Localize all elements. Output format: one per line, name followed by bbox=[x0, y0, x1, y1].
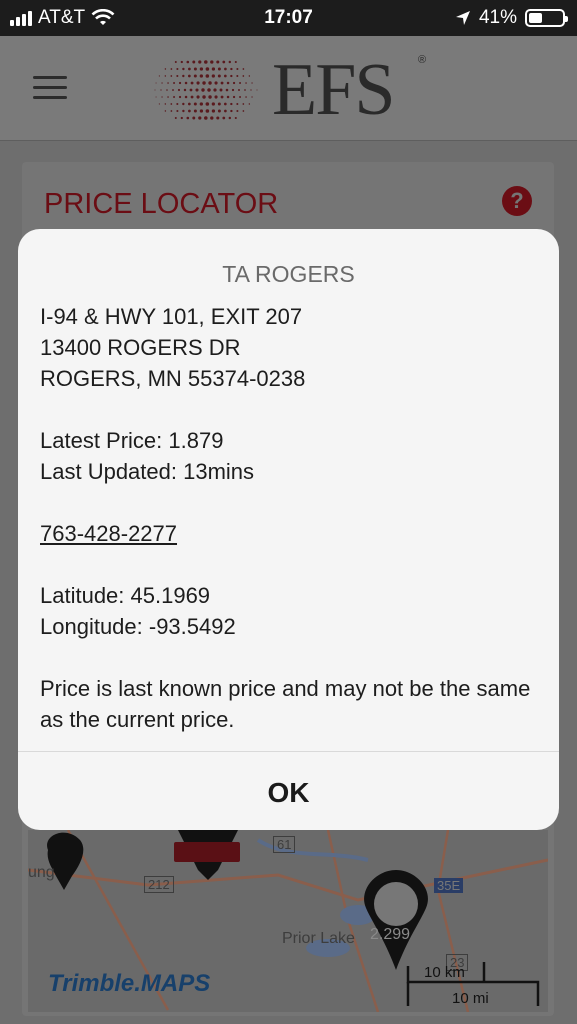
help-icon[interactable]: ? bbox=[502, 186, 532, 216]
highway-shield-35e: 35E bbox=[434, 878, 464, 893]
battery-icon bbox=[525, 9, 568, 27]
map-price-label: 2.299 bbox=[370, 926, 411, 943]
status-bar: AT&T 17:07 41% bbox=[0, 0, 577, 36]
page-title: PRICE LOCATOR bbox=[44, 188, 279, 220]
status-right: 41% bbox=[455, 7, 568, 29]
station-details: I-94 & HWY 101, EXIT 207 13400 ROGERS DR… bbox=[40, 301, 535, 735]
price-disclaimer: Price is last known price and may not be… bbox=[40, 676, 531, 732]
logo-wordmark: EFS bbox=[272, 49, 396, 131]
longitude: Longitude: -93.5492 bbox=[40, 614, 236, 639]
address-line-1: I-94 & HWY 101, EXIT 207 bbox=[40, 304, 303, 329]
registered-mark: ® bbox=[418, 54, 427, 66]
latitude: Latitude: 45.1969 bbox=[40, 583, 211, 608]
battery-percent: 41% bbox=[478, 7, 517, 28]
app-header: EFS ® bbox=[0, 36, 577, 141]
highway-shield-61: 61 bbox=[273, 836, 296, 853]
map-view[interactable]: Prior Lake ung 2.299 61 212 35E 23 10 km… bbox=[28, 830, 548, 1012]
efs-logo: EFS ® bbox=[150, 49, 430, 131]
location-arrow-icon bbox=[455, 11, 470, 25]
phone-link[interactable]: 763-428-2277 bbox=[40, 521, 177, 546]
ok-button[interactable]: OK bbox=[18, 752, 559, 830]
map-place-label: Prior Lake bbox=[282, 930, 355, 947]
latest-price: Latest Price: 1.879 bbox=[40, 428, 224, 453]
station-info-dialog: TA ROGERS I-94 & HWY 101, EXIT 207 13400… bbox=[18, 229, 559, 830]
trimble-maps-logo: Trimble.MAPS bbox=[48, 970, 211, 997]
map-partial-label: ung bbox=[28, 864, 55, 881]
address-line-3: ROGERS, MN 55374-0238 bbox=[40, 366, 306, 391]
menu-icon[interactable] bbox=[33, 76, 67, 100]
highway-shield-212: 212 bbox=[144, 876, 174, 893]
last-updated: Last Updated: 13mins bbox=[40, 459, 255, 484]
map-scale-mi: 10 mi bbox=[452, 990, 489, 1007]
address-line-2: 13400 ROGERS DR bbox=[40, 335, 241, 360]
logo-dot-globe bbox=[154, 60, 258, 120]
map-scale-km: 10 km bbox=[424, 964, 465, 981]
station-name: TA ROGERS bbox=[222, 261, 355, 287]
